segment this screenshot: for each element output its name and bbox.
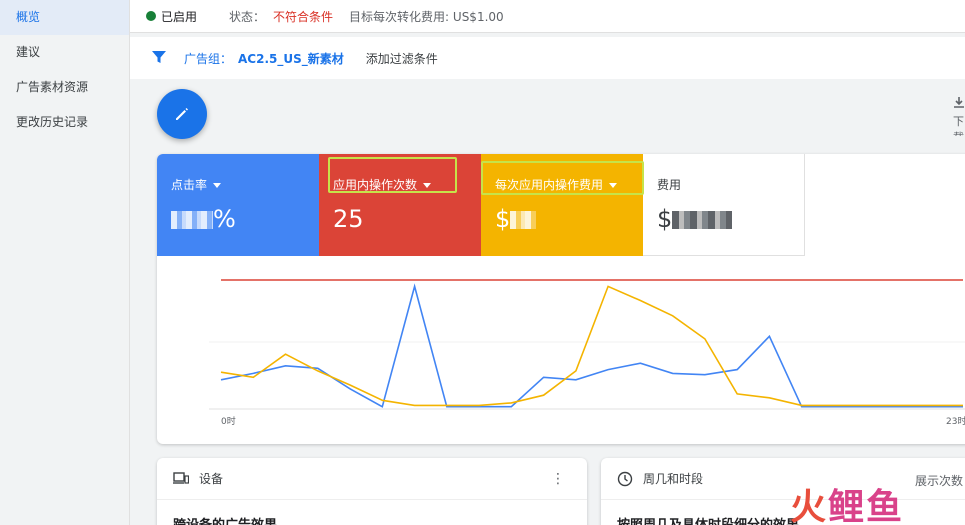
series-line-0 [220, 283, 963, 408]
status-bar: 已启用 状态： 不符合条件 目标每次转化费用: US$1.00 [130, 0, 965, 33]
x-tick-end: 23时 [946, 415, 965, 427]
performance-line-chart: 0时 23时 [209, 279, 965, 427]
adgroup-filter-value[interactable]: AC2.5_US_新素材 [238, 50, 344, 67]
impressions-dropdown[interactable]: 展示次数 [915, 472, 963, 489]
sidebar-item-overview[interactable]: 概览 [0, 0, 129, 35]
sidebar: 概览 建议 广告素材资源 更改历史记录 [0, 0, 130, 525]
metric-value: $ [495, 205, 511, 233]
target-cpa: 目标每次转化费用: US$1.00 [349, 9, 504, 24]
card-subtitle: 跨设备的广告效果 [157, 500, 587, 525]
schedule-card: 周几和时段 展示次数 按照周几及具体时段细分的效果 [601, 458, 965, 525]
performance-card: 点击率 % 应用内操作次数 25 每次应用内操作费用 $ 费用 $ 0时 23时 [157, 154, 965, 444]
metric-tile-cost[interactable]: 费用 $ [643, 154, 805, 256]
highlight-box [481, 161, 644, 195]
card-subtitle: 按照周几及具体时段细分的效果 [601, 500, 965, 525]
metric-name: 费用 [657, 178, 682, 192]
redacted-value [171, 211, 213, 229]
watermark-logo: 火鲤鱼 [790, 487, 905, 525]
download-icon [954, 97, 964, 108]
metric-name: 点击率 [171, 178, 208, 192]
adgroup-filter-label: 广告组： [184, 51, 233, 66]
add-filter-button[interactable]: 添加过滤条件 [366, 50, 438, 67]
card-title: 周几和时段 [643, 472, 704, 486]
card-title: 设备 [199, 472, 224, 486]
metric-value: % [213, 205, 236, 233]
enabled-status-dot [146, 11, 156, 21]
redacted-value [672, 211, 733, 229]
download-button[interactable]: 下载 [953, 96, 965, 136]
caret-down-icon[interactable] [213, 183, 222, 188]
clock-icon [617, 471, 633, 486]
highlight-box [328, 157, 457, 193]
status-value[interactable]: 不符合条件 [273, 8, 333, 25]
more-vert-icon[interactable]: ⋮ [551, 471, 565, 487]
series-line-1 [220, 285, 963, 407]
redacted-value [510, 211, 537, 229]
filter-icon[interactable] [152, 50, 166, 67]
enabled-status: 已启用 [161, 9, 198, 24]
status-label: 状态： [229, 9, 266, 24]
metric-value: $ [657, 205, 673, 233]
sidebar-item-assets[interactable]: 广告素材资源 [0, 70, 129, 105]
sidebar-item-recommendations[interactable]: 建议 [0, 35, 129, 70]
devices-icon [173, 472, 189, 484]
pencil-icon [176, 108, 188, 120]
x-tick-start: 0时 [221, 415, 236, 427]
metric-value: 25 [333, 205, 364, 233]
sidebar-item-change-history[interactable]: 更改历史记录 [0, 105, 129, 140]
edit-fab-button[interactable] [157, 89, 207, 139]
download-label: 下载 [953, 115, 964, 136]
metric-tile-ctr[interactable]: 点击率 % [157, 154, 319, 256]
filter-bar: 广告组： AC2.5_US_新素材 添加过滤条件 [130, 37, 965, 79]
devices-card: 设备 ⋮ 跨设备的广告效果 [157, 458, 587, 525]
